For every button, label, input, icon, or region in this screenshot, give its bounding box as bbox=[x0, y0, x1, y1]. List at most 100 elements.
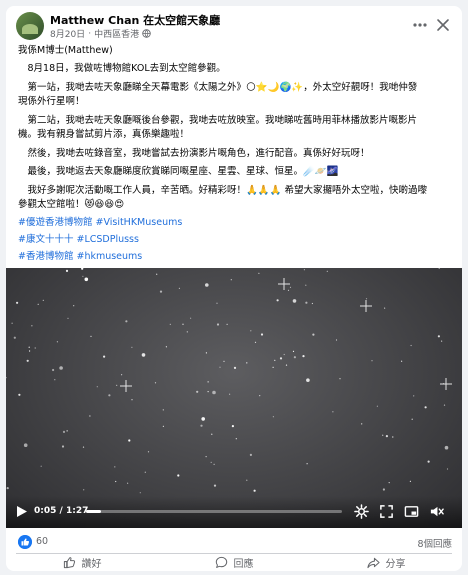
post-date[interactable]: 8月20日 bbox=[50, 27, 85, 40]
like-reaction-icon[interactable] bbox=[18, 535, 32, 549]
video-controls: 0:05 / 1:27 bbox=[6, 496, 462, 528]
star bbox=[246, 479, 248, 481]
star bbox=[339, 378, 341, 380]
hashtag-link[interactable]: #優遊香港博物館 #VisitHKMuseums bbox=[18, 216, 458, 230]
globe-icon bbox=[142, 29, 151, 38]
star bbox=[73, 305, 75, 307]
post-meta: 8月20日 · 中西區香港 bbox=[50, 27, 151, 40]
progress-bar[interactable] bbox=[86, 510, 342, 513]
star bbox=[226, 323, 228, 325]
post-text-line: 現係外行星啊！ bbox=[18, 96, 85, 107]
fullscreen-icon[interactable] bbox=[379, 504, 394, 519]
star bbox=[272, 366, 274, 368]
star bbox=[326, 270, 328, 272]
star bbox=[230, 279, 232, 281]
star bbox=[26, 359, 29, 362]
star bbox=[207, 391, 209, 393]
star bbox=[154, 382, 157, 384]
star bbox=[56, 341, 59, 343]
star bbox=[182, 323, 184, 325]
star bbox=[332, 411, 334, 413]
star bbox=[274, 359, 276, 361]
more-options-icon[interactable] bbox=[410, 16, 430, 34]
star bbox=[62, 430, 66, 433]
star bbox=[219, 366, 221, 368]
star bbox=[205, 283, 209, 287]
post-location[interactable]: 中西區香港 bbox=[94, 27, 139, 40]
star bbox=[52, 368, 55, 372]
play-icon[interactable] bbox=[16, 505, 28, 518]
star bbox=[13, 336, 16, 339]
star bbox=[82, 275, 84, 277]
star bbox=[293, 356, 296, 359]
star bbox=[40, 465, 42, 467]
star bbox=[276, 299, 279, 302]
star bbox=[253, 489, 256, 492]
star bbox=[16, 301, 19, 304]
star bbox=[127, 482, 129, 484]
star bbox=[223, 360, 225, 362]
star bbox=[23, 443, 28, 447]
video-player[interactable]: 0:05 / 1:27 bbox=[6, 268, 462, 528]
star bbox=[371, 360, 373, 362]
author-name[interactable]: Matthew Chan 在太空館天象廳 bbox=[50, 12, 220, 28]
comment-button[interactable]: 回應 bbox=[158, 554, 310, 571]
star bbox=[37, 303, 39, 305]
star bbox=[384, 307, 386, 309]
star bbox=[411, 418, 413, 420]
star bbox=[285, 364, 288, 366]
post-text-line: 然後，我哋去咗錄音室，我哋嘗試去扮演影片嘅角色，進行配音。真係好好玩呀！ bbox=[18, 148, 370, 159]
star bbox=[156, 273, 158, 275]
star bbox=[131, 399, 133, 401]
share-button[interactable]: 分享 bbox=[310, 554, 462, 571]
star bbox=[424, 406, 427, 409]
star bbox=[18, 393, 21, 396]
star bbox=[186, 331, 188, 333]
star bbox=[216, 302, 218, 304]
reply-count[interactable]: 8個回應 bbox=[417, 536, 452, 550]
star bbox=[125, 320, 128, 323]
star bbox=[103, 355, 106, 358]
star-sparkle bbox=[440, 378, 452, 390]
star bbox=[385, 435, 388, 438]
star bbox=[289, 286, 292, 288]
like-count[interactable]: 60 bbox=[36, 536, 48, 547]
star bbox=[147, 451, 150, 453]
star bbox=[365, 298, 368, 300]
star bbox=[116, 384, 118, 386]
star bbox=[65, 269, 69, 272]
star bbox=[231, 425, 234, 428]
meta-separator: · bbox=[88, 28, 92, 39]
star bbox=[96, 386, 98, 388]
star bbox=[61, 445, 65, 448]
star bbox=[438, 268, 440, 269]
star bbox=[139, 492, 141, 494]
star bbox=[121, 374, 123, 376]
star bbox=[376, 405, 378, 407]
star bbox=[216, 323, 220, 326]
hashtag-link[interactable]: #香港博物館 #hkmuseums bbox=[18, 250, 458, 264]
close-icon[interactable] bbox=[434, 16, 452, 34]
star bbox=[207, 381, 209, 383]
star bbox=[303, 269, 305, 271]
star bbox=[144, 471, 146, 473]
settings-icon[interactable] bbox=[354, 504, 369, 519]
hashtag-link[interactable]: #康文十十十 #LCSDPlusss bbox=[18, 233, 458, 247]
star bbox=[11, 322, 13, 324]
picture-in-picture-icon[interactable] bbox=[404, 504, 419, 519]
volume-icon[interactable] bbox=[429, 504, 444, 519]
star bbox=[28, 346, 30, 348]
star bbox=[213, 484, 217, 487]
star bbox=[114, 466, 116, 468]
post-text-line: 第一站，我哋去咗天象廳睇全天幕電影《太陽之外》🌕⭐🌙🌍✨，外太空好靚呀！我哋仲發 bbox=[18, 82, 418, 93]
like-button[interactable]: 讚好 bbox=[6, 554, 158, 571]
thumbs-up-icon bbox=[63, 557, 75, 569]
star bbox=[443, 404, 446, 406]
star bbox=[31, 325, 33, 327]
star bbox=[392, 436, 394, 438]
star bbox=[34, 347, 36, 349]
action-bar: 讚好 回應 分享 bbox=[6, 554, 462, 571]
star bbox=[305, 301, 308, 304]
star bbox=[115, 480, 117, 483]
avatar[interactable] bbox=[16, 12, 44, 40]
